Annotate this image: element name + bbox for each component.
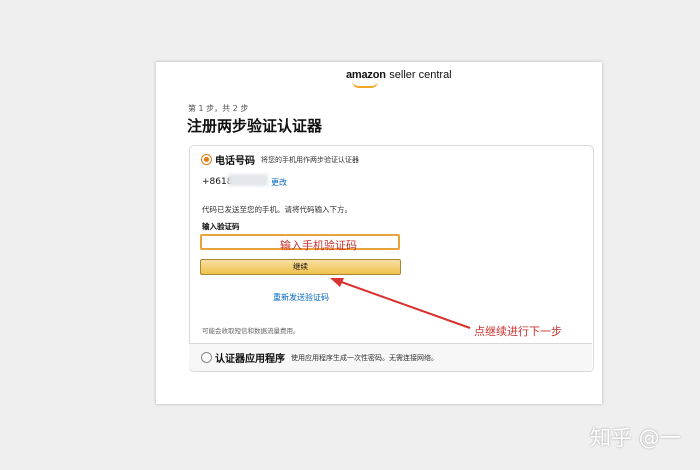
arrow-line <box>332 278 471 329</box>
annotation-arrow <box>330 278 471 329</box>
arrow-head <box>330 278 344 287</box>
arrow-annotation: 点继续进行下一步 <box>474 325 562 338</box>
zhihu-watermark: 知乎 @一 <box>590 426 681 450</box>
